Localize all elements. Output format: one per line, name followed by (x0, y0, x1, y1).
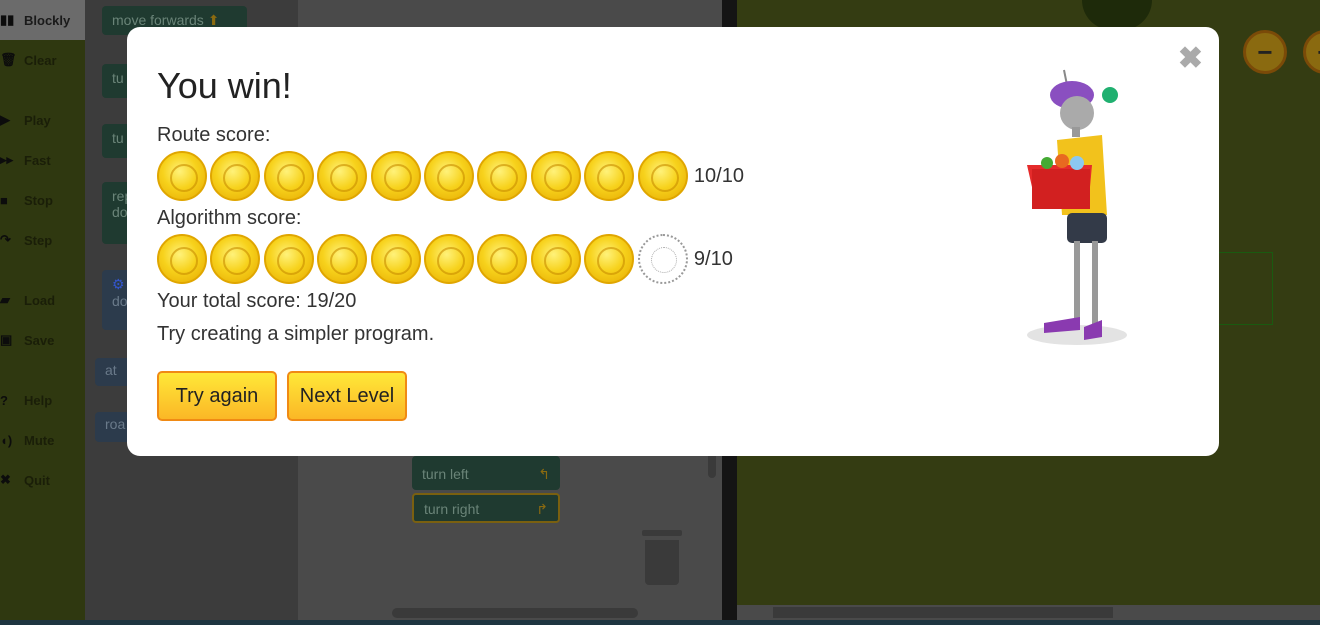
block-label: turn left (422, 466, 469, 482)
play-icon: ▶ (0, 112, 10, 127)
arrow-up-icon: ⬆ (207, 12, 220, 28)
gold-coin-icon (263, 234, 314, 284)
empty-coin-icon (637, 234, 688, 284)
gold-coin-icon (210, 234, 261, 284)
trash-can-icon[interactable] (642, 530, 682, 586)
gold-coin-icon (530, 151, 581, 201)
sidebar-item-label: Quit (24, 472, 50, 488)
gold-coin-icon (423, 151, 474, 201)
gold-coin-icon (210, 151, 261, 201)
house-tile (1217, 252, 1273, 325)
gold-coin-icon (637, 151, 688, 201)
folder-icon: ▰ (0, 292, 10, 307)
sidebar-item-clear[interactable]: 🗑 Clear (0, 40, 85, 80)
turn-left-icon: ↰ (538, 466, 550, 482)
gold-coin-icon (423, 234, 474, 284)
gold-coin-icon (477, 234, 528, 284)
zoom-out-button[interactable]: − (1243, 30, 1287, 74)
bottom-bar (0, 620, 1320, 625)
speaker-icon: ◖) (0, 432, 13, 448)
score-value: 9/10 (693, 247, 733, 270)
sidebar-item-label: Save (24, 332, 55, 348)
sidebar-item-mute[interactable]: ◖) Mute (0, 420, 85, 460)
trash-icon: 🗑 (0, 52, 17, 67)
block-label: at (105, 362, 117, 378)
close-icon: ✖ (0, 472, 11, 487)
sidebar-item-help[interactable]: ? Help (0, 380, 85, 420)
blockly-icon: ▮▮ (0, 12, 15, 27)
sidebar-item-label: Step (24, 232, 53, 248)
turn-right-icon: ↱ (536, 501, 548, 517)
gold-coin-icon (263, 151, 314, 201)
hint-text: Try creating a simpler program. (157, 323, 435, 345)
block-label: do (112, 204, 128, 220)
game-horizontal-scrollbar[interactable] (737, 605, 1320, 620)
help-icon: ? (0, 392, 8, 408)
route-score-coins: 10/10 (157, 151, 744, 201)
workspace-block-turn-left[interactable]: turn left ↰ (412, 456, 560, 490)
zoom-in-button[interactable]: − (1303, 30, 1320, 74)
fast-forward-icon: ▸▸ (0, 152, 14, 167)
next-level-button[interactable]: Next Level (287, 371, 407, 421)
sidebar-item-load[interactable]: ▰ Load (0, 280, 85, 320)
close-icon[interactable]: ✖ (1178, 41, 1203, 76)
gold-coin-icon (157, 151, 207, 201)
sidebar-item-label: Load (24, 292, 56, 308)
block-label: turn right (424, 501, 480, 517)
workspace-horizontal-scrollbar[interactable] (392, 608, 638, 618)
gold-coin-icon (370, 234, 421, 284)
algorithm-score-coins: 9/10 (157, 234, 733, 284)
route-score-label: Route score: (157, 124, 271, 146)
block-label: tu (112, 70, 124, 86)
sidebar-item-blockly[interactable]: ▮▮ Blockly (0, 0, 85, 40)
dialog-title: You win! (157, 65, 292, 106)
gold-coin-icon (530, 234, 581, 284)
save-icon: ▣ (0, 332, 13, 347)
try-again-button[interactable]: Try again (157, 371, 277, 421)
sidebar: ▮▮ Blockly 🗑 Clear ▶ Play ▸▸ Fast ■ Stop ↷ Step ▰ Loa… (0, 0, 85, 625)
sidebar-item-save[interactable]: ▣ Save (0, 320, 85, 360)
sidebar-item-label: Clear (24, 52, 57, 68)
step-icon: ↷ (0, 232, 11, 247)
sidebar-item-quit[interactable]: ✖ Quit (0, 460, 85, 500)
gold-coin-icon (584, 234, 635, 284)
total-score: Your total score: 19/20 (157, 290, 357, 312)
tree-icon (1082, 0, 1152, 30)
sidebar-item-play[interactable]: ▶ Play (0, 100, 85, 140)
gold-coin-icon (477, 151, 528, 201)
gold-coin-icon (370, 151, 421, 201)
block-label: roa (105, 416, 126, 432)
stop-icon: ■ (0, 192, 8, 208)
sidebar-item-label: Mute (24, 432, 55, 448)
sidebar-item-stop[interactable]: ■ Stop (0, 180, 85, 220)
gear-icon: ⚙ (112, 276, 125, 292)
gold-coin-icon (157, 234, 207, 284)
sidebar-item-label: Play (24, 112, 51, 128)
sidebar-item-label: Stop (24, 192, 53, 208)
sidebar-item-label: Fast (24, 152, 51, 168)
block-label: tu (112, 130, 124, 146)
gold-coin-icon (317, 151, 368, 201)
block-label: do (112, 293, 128, 309)
win-dialog: ✖ You win! Route score: 10/10 Algorithm … (127, 27, 1219, 456)
robot-character-illustration (1027, 69, 1127, 345)
block-label: move forwards (112, 12, 204, 28)
sidebar-item-label: Blockly (24, 12, 71, 28)
gold-coin-icon (317, 234, 368, 284)
sidebar-item-label: Help (24, 392, 53, 408)
algorithm-score-label: Algorithm score: (157, 207, 302, 229)
sidebar-item-fast[interactable]: ▸▸ Fast (0, 140, 85, 180)
score-value: 10/10 (693, 164, 744, 187)
gold-coin-icon (584, 151, 635, 201)
workspace-block-turn-right[interactable]: turn right ↱ (412, 493, 560, 523)
sidebar-item-step[interactable]: ↷ Step (0, 220, 85, 260)
